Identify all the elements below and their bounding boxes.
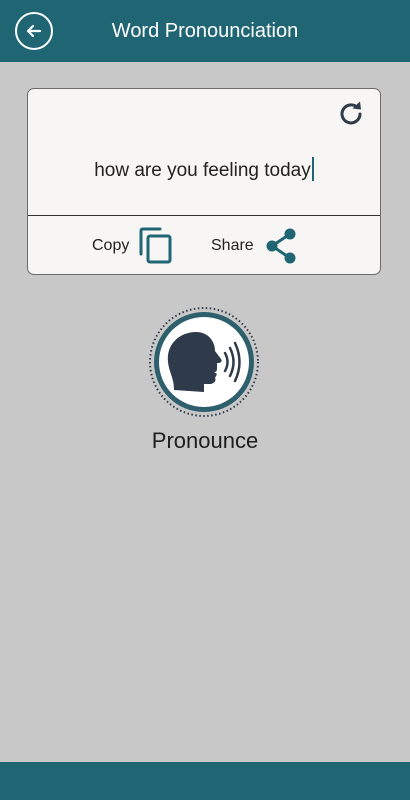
refresh-icon: [340, 101, 362, 125]
text-card: how are you feeling today Copy Share: [27, 88, 381, 275]
text-cursor: [311, 157, 314, 181]
copy-button[interactable]: Copy: [92, 224, 174, 268]
action-row: Copy Share: [28, 216, 380, 276]
share-icon: [266, 228, 296, 264]
copy-icon: [139, 227, 172, 264]
share-button[interactable]: Share: [211, 224, 301, 268]
pronounce-button[interactable]: [148, 306, 260, 418]
app-bar: Word Pronounciation: [0, 0, 410, 62]
text-input[interactable]: how are you feeling today: [28, 157, 380, 182]
pronounce-label: Pronounce: [151, 428, 259, 453]
text-input-value: how are you feeling today: [94, 160, 311, 181]
copy-label: Copy: [92, 237, 130, 254]
page-title: Word Pronounciation: [111, 20, 299, 42]
share-label: Share: [211, 237, 254, 254]
refresh-button[interactable]: [336, 99, 366, 129]
speaking-head-icon: [149, 307, 259, 417]
bottom-bar: [0, 762, 410, 800]
